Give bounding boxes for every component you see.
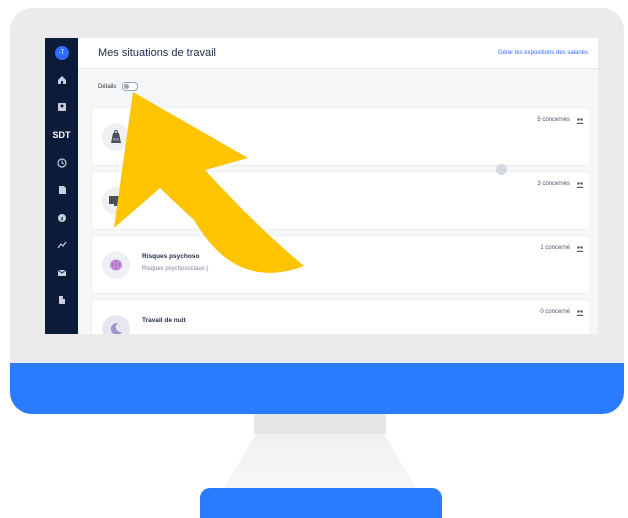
- details-toggle-row: Détails: [98, 82, 139, 91]
- sdt-label[interactable]: SDT: [45, 126, 78, 144]
- card-subtitle: Risques psychosociaux (: [142, 266, 209, 272]
- situation-card-screen[interactable]: u 3 concernés: [92, 172, 590, 229]
- avatar-initials: -T: [54, 46, 69, 60]
- weight-icon: KG: [102, 123, 130, 151]
- document-icon[interactable]: [45, 181, 78, 199]
- home-icon[interactable]: [45, 71, 78, 89]
- card-count: 3 concernés: [537, 181, 570, 187]
- details-label: Détails: [98, 83, 117, 90]
- people-icon: [576, 246, 584, 252]
- card-title: Risques psychoso: [142, 253, 200, 260]
- moon-icon: [102, 315, 130, 334]
- page-title: Mes situations de travail: [98, 47, 216, 59]
- people-icon: [576, 310, 584, 316]
- page-header: Mes situations de travail Gérer les expo…: [78, 38, 598, 69]
- situation-card-night-work[interactable]: Travail de nuit 0 concerné: [92, 300, 590, 334]
- situation-card-psychosocial[interactable]: Risques psychoso Risques psychosociaux (…: [92, 236, 590, 293]
- card-title: charges: [142, 125, 167, 132]
- monitor-stand: [220, 434, 420, 494]
- monitor-neck: [254, 414, 386, 434]
- screen-work-icon: [102, 187, 130, 215]
- building-icon[interactable]: [45, 291, 78, 309]
- chart-icon[interactable]: [45, 236, 78, 254]
- monitor-frame: -T SDT Mes situations de travail Gérer l…: [10, 8, 624, 414]
- badge-icon[interactable]: [45, 98, 78, 116]
- details-toggle[interactable]: [122, 82, 139, 91]
- info-icon[interactable]: [45, 209, 78, 227]
- card-count: 5 concernés: [537, 117, 570, 123]
- situation-card-charges[interactable]: KG charges ser des charges 5 concernés: [92, 108, 590, 165]
- manage-exposures-link[interactable]: Gérer les expositions des salariés: [498, 50, 588, 56]
- main-content: Mes situations de travail Gérer les expo…: [78, 38, 598, 334]
- card-title: Travail de nuit: [142, 317, 186, 324]
- svg-text:KG: KG: [113, 137, 119, 142]
- card-count: 0 concerné: [540, 309, 570, 315]
- mail-icon[interactable]: [45, 264, 78, 282]
- app-screen: -T SDT Mes situations de travail Gérer l…: [45, 38, 598, 334]
- clock-icon[interactable]: [45, 154, 78, 172]
- avatar[interactable]: -T: [45, 44, 78, 62]
- brain-icon: [102, 251, 130, 279]
- monitor-base: [200, 488, 442, 518]
- monitor-chin: [10, 363, 624, 414]
- sidebar: -T SDT: [45, 38, 78, 334]
- card-title: u: [142, 189, 146, 196]
- card-subtitle: ser des charges: [142, 138, 185, 144]
- card-count: 1 concerné: [540, 245, 570, 251]
- people-icon: [576, 118, 584, 124]
- people-icon: [576, 182, 584, 188]
- scroll-handle[interactable]: [496, 164, 507, 175]
